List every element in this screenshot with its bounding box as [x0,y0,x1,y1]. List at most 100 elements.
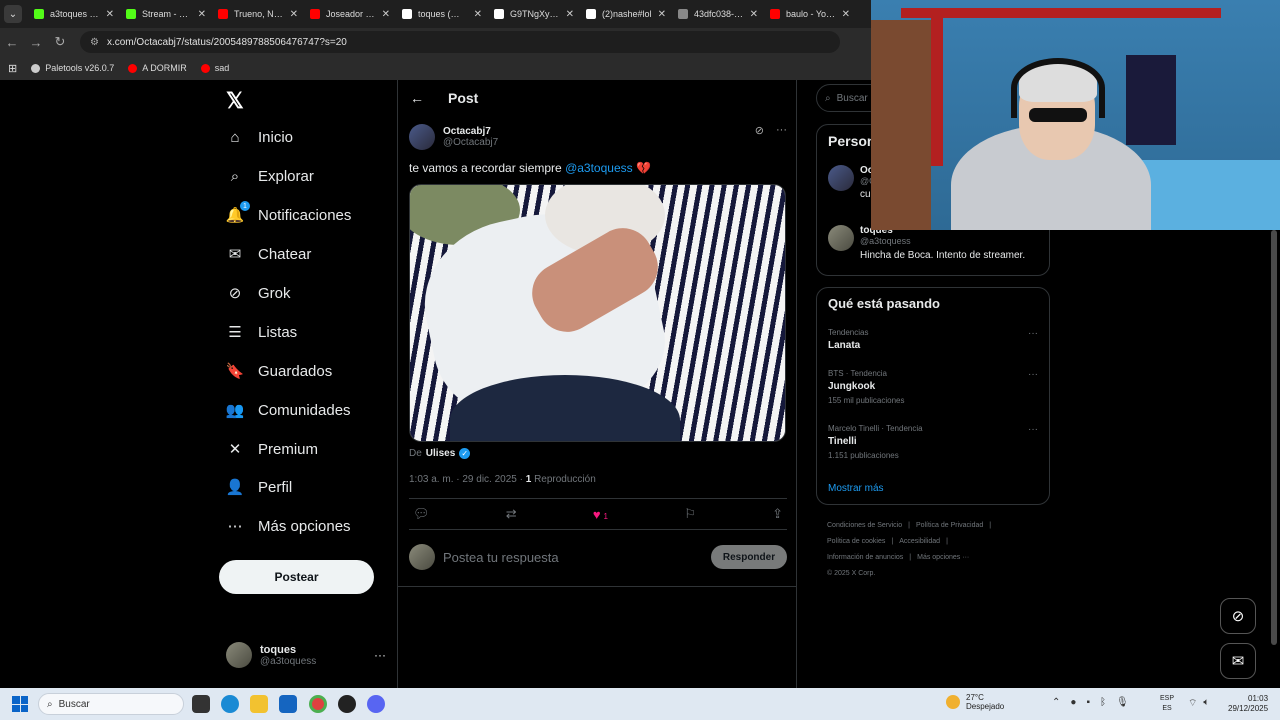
nav-item-explorar[interactable]: ⌕ Explorar [226,167,314,185]
nav-item-notificaciones[interactable]: 🔔 1 Notificaciones [226,201,351,224]
browser-tab[interactable]: Trueno, Nick ✕ [212,2,304,26]
close-icon[interactable]: ✕ [198,9,206,20]
reply-input[interactable]: Postea tu respuesta [443,550,703,565]
back-icon[interactable]: ← [0,35,24,50]
trend-item[interactable]: Marcelo Tinelli · Tendencia Tinelli 1.15… [828,424,1038,460]
post-button[interactable]: Postear [219,560,374,594]
more-icon[interactable]: ··· [1028,369,1038,380]
close-icon[interactable]: ✕ [566,9,574,20]
close-icon[interactable]: ✕ [842,9,850,20]
scrollbar[interactable] [1271,230,1277,645]
language-indicator[interactable]: ESP ES [1160,694,1174,714]
site-info-icon[interactable]: ⚙ [90,37,99,48]
account-switcher[interactable]: toques @a3toquess ··· [226,642,386,668]
nav-item-perfil[interactable]: 👤 Perfil [226,478,293,497]
close-icon[interactable]: ✕ [290,9,298,20]
retweet-icon[interactable]: ⇄ [506,506,517,522]
volume-icon[interactable]: 🔈︎ [1203,697,1209,710]
mail-icon[interactable]: ✉ [1220,643,1256,679]
attribution-name[interactable]: Ulises [426,448,455,459]
more-icon[interactable]: ··· [374,648,386,662]
tray-app-icon[interactable]: ● [1070,697,1076,708]
browser-tab[interactable]: Stream - Kick ✕ [120,2,212,26]
chrome-icon[interactable] [309,695,327,713]
more-icon[interactable]: ··· [776,124,787,137]
nav-item-premium[interactable]: ✕ Premium [226,440,318,459]
close-icon[interactable]: ✕ [750,9,758,20]
back-arrow-icon[interactable]: ← [410,90,424,106]
forward-icon[interactable]: → [24,35,48,50]
grok-icon[interactable]: ⊘ [755,124,764,137]
share-icon[interactable]: ⇪ [772,506,783,522]
avatar[interactable] [409,124,435,150]
browser-tab[interactable]: a3toques Str ✕ [28,2,120,26]
bluetooth-icon[interactable]: ᛒ [1100,697,1106,708]
apps-icon[interactable]: ⊞ [8,62,17,75]
bookmark-item[interactable]: A DORMIR [128,63,187,73]
task-view-icon[interactable] [192,695,210,713]
trend-item[interactable]: BTS · Tendencia Jungkook 155 mil publica… [828,369,1038,405]
microphone-icon[interactable]: 🎙︎ [1116,697,1129,708]
discord-icon[interactable] [367,695,385,713]
author-handle[interactable]: @Octacabj7 [443,137,498,148]
footer-link[interactable]: Accesibilidad [899,538,940,545]
bookmark-icon[interactable]: ⚐ [684,506,696,522]
close-icon[interactable]: ✕ [658,9,666,20]
nav-item-listas[interactable]: ☰ Listas [226,323,298,342]
grok-icon[interactable]: ⊘ [1220,598,1256,634]
store-icon[interactable] [279,695,297,713]
tab-search-button[interactable]: ⌄ [4,5,22,23]
address-bar[interactable]: ⚙ x.com/Octacabj7/status/200548978850647… [80,31,840,53]
reload-icon[interactable]: ↻ [48,34,72,50]
footer-link[interactable]: Política de Privacidad [916,522,983,529]
browser-tab[interactable]: toques (@a3 ✕ [396,2,488,26]
person-item[interactable]: Oc @O cu [828,165,876,200]
footer-link[interactable]: © 2025 X Corp. [827,570,875,577]
reply-button[interactable]: Responder [711,545,787,569]
show-more-link[interactable]: Mostrar más [828,483,884,494]
file-explorer-icon[interactable] [250,695,268,713]
nav-item-chatear[interactable]: ✉ Chatear [226,245,312,264]
tweet-video[interactable] [409,184,786,442]
close-icon[interactable]: ✕ [474,9,482,20]
obs-icon[interactable] [338,695,356,713]
trend-item[interactable]: Tendencias Lanata ··· [828,328,1038,351]
footer-link[interactable]: Condiciones de Servicio [827,522,902,529]
browser-tab[interactable]: G9TNgXyX0 ✕ [488,2,580,26]
bookmark-item[interactable]: sad [200,63,229,73]
weather-widget[interactable]: 27°C Despejado [946,693,1004,711]
edge-icon[interactable] [221,695,239,713]
like-button[interactable]: ♥ 1 [593,507,608,522]
taskbar-search[interactable]: ⌕ Buscar [38,693,184,715]
person-item[interactable]: toques @a3toquess Hincha de Boca. Intent… [828,225,1025,261]
x-logo-icon[interactable]: 𝕏 [226,88,244,114]
browser-tab[interactable]: 43dfc038-b5 ✕ [672,2,764,26]
browser-tab[interactable]: Joseador Boj ✕ [304,2,396,26]
nav-item-comunidades[interactable]: 👥 Comunidades [226,401,351,420]
wifi-icon[interactable]: ⌔ [1188,697,1197,710]
close-icon[interactable]: ✕ [382,9,390,20]
tweet-time[interactable]: 1:03 a. m. · 29 dic. 2025 · [409,474,526,485]
mention-link[interactable]: @a3toquess [565,161,633,175]
more-icon[interactable]: ··· [1028,328,1038,339]
chevron-up-icon[interactable]: ⌃ [1052,697,1060,708]
browser-tab[interactable]: baulo - YouT ✕ [764,2,856,26]
footer-link[interactable]: Información de anuncios [827,554,903,561]
bell-icon: 🔔 1 [226,201,250,224]
more-icon[interactable]: ··· [1028,424,1038,435]
browser-tab[interactable]: (2)nashe#lol ✕ [580,2,672,26]
windows-start-icon[interactable] [12,696,28,712]
tray-app-icon[interactable]: ▪ [1086,697,1090,708]
nav-item-guardados[interactable]: 🔖 Guardados [226,362,333,381]
footer-link[interactable]: Política de cookies [827,538,885,545]
nav-item-grok[interactable]: ⊘ Grok [226,284,291,303]
close-icon[interactable]: ✕ [106,9,114,20]
bookmark-item[interactable]: Paletools v26.0.7 [31,63,114,73]
nav-item-más-opciones[interactable]: ⋯ Más opciones [226,517,351,536]
clock[interactable]: 01:03 29/12/2025 [1228,694,1268,714]
footer-link[interactable]: Más opciones ··· [917,554,969,561]
nav-item-inicio[interactable]: ⌂ Inicio [226,128,293,146]
author-name[interactable]: Octacabj7 [443,126,498,137]
reply-icon[interactable]: 💬︎ [413,506,430,522]
nav-label: Listas [258,323,298,341]
